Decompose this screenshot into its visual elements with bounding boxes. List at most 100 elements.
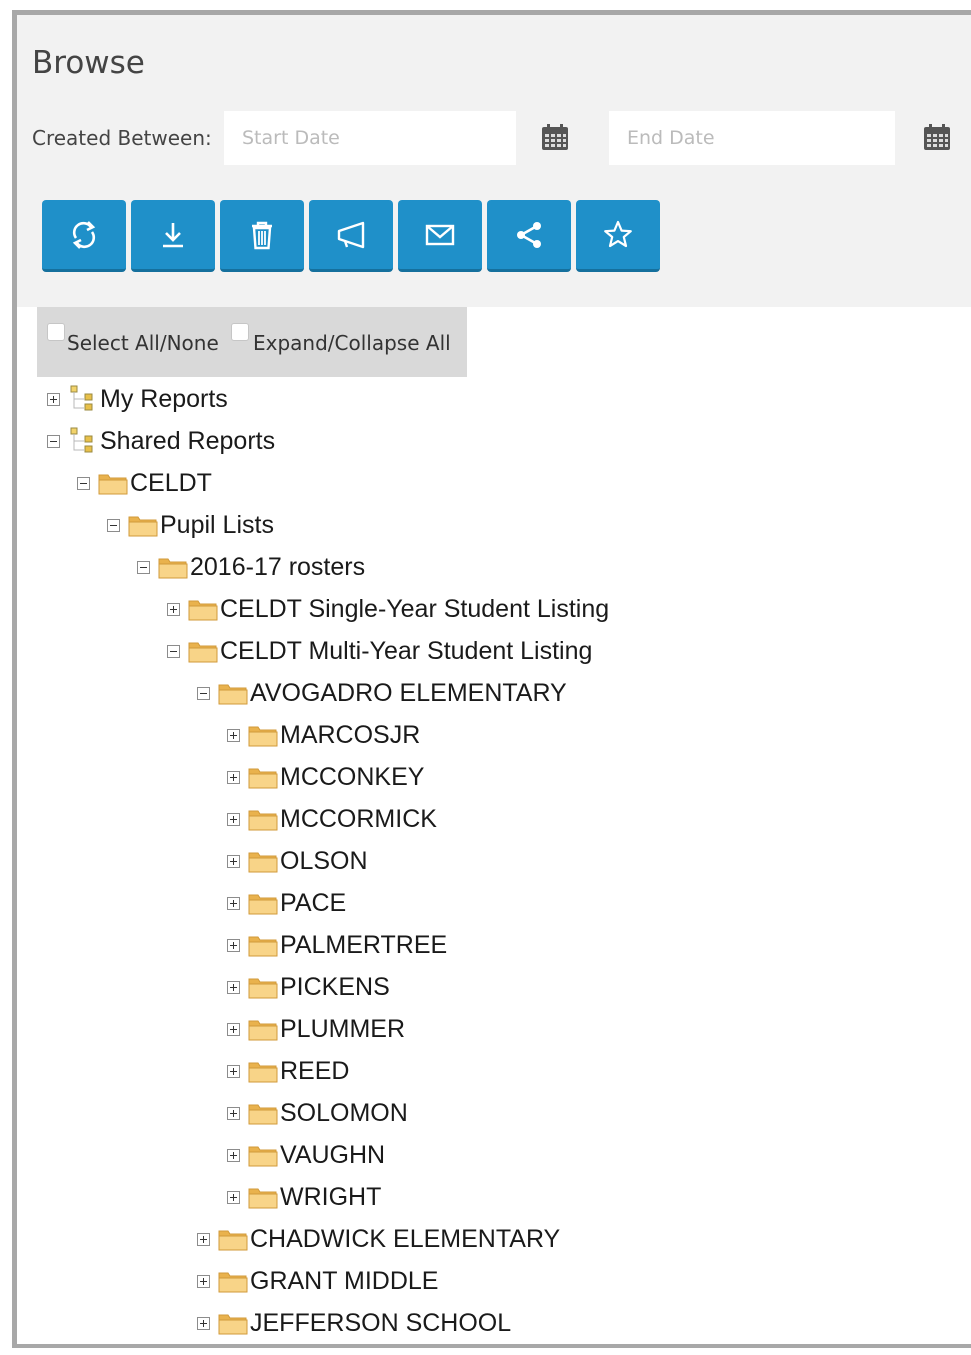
- collapse-toggle[interactable]: [197, 686, 210, 700]
- expand-toggle[interactable]: [167, 602, 180, 616]
- collapse-toggle[interactable]: [47, 434, 60, 448]
- tree-node-teacher[interactable]: MARCOSJR: [227, 717, 420, 753]
- tree-node-teacher[interactable]: MCCONKEY: [227, 759, 424, 795]
- expand-toggle[interactable]: [227, 1148, 240, 1162]
- start-date-input[interactable]: [224, 111, 516, 165]
- tree-node-teacher[interactable]: SOLOMON: [227, 1095, 408, 1131]
- tree-node-single-year[interactable]: CELDT Single-Year Student Listing: [167, 591, 609, 627]
- folder-icon: [158, 555, 188, 579]
- tree-node-teacher[interactable]: PICKENS: [227, 969, 390, 1005]
- expand-toggle[interactable]: [227, 938, 240, 952]
- tree-node-grant[interactable]: GRANT MIDDLE: [197, 1263, 438, 1299]
- folder-icon: [218, 1269, 248, 1293]
- expand-toggle[interactable]: [227, 1064, 240, 1078]
- tree-node-label: CELDT: [130, 469, 212, 497]
- folder-icon: [248, 1017, 278, 1041]
- tree-node-pupil-lists[interactable]: Pupil Lists: [107, 507, 274, 543]
- collapse-toggle[interactable]: [77, 476, 90, 490]
- tree-node-celdt[interactable]: CELDT: [77, 465, 212, 501]
- tree-node-teacher[interactable]: MCCORMICK: [227, 801, 437, 837]
- folder-icon: [248, 933, 278, 957]
- megaphone-icon: [337, 221, 365, 248]
- expand-toggle[interactable]: [227, 1022, 240, 1036]
- announce-button[interactable]: [309, 200, 393, 272]
- expand-toggle[interactable]: [227, 1106, 240, 1120]
- tree-node-teacher[interactable]: REED: [227, 1053, 349, 1089]
- end-date-input[interactable]: [609, 111, 895, 165]
- tree-node-label: REED: [280, 1057, 350, 1085]
- tree-node-teacher[interactable]: OLSON: [227, 843, 368, 879]
- tree-node-chadwick[interactable]: CHADWICK ELEMENTARY: [197, 1221, 560, 1257]
- folder-icon: [248, 1185, 278, 1209]
- refresh-icon: [72, 220, 96, 249]
- tree-node-avogadro[interactable]: AVOGADRO ELEMENTARY: [197, 675, 567, 711]
- calendar-icon[interactable]: [541, 123, 569, 151]
- tree-node-teacher[interactable]: WRIGHT: [227, 1179, 381, 1215]
- folder-icon: [248, 1143, 278, 1167]
- tree-node-label: MCCORMICK: [280, 805, 437, 833]
- folder-icon: [248, 891, 278, 915]
- tree-node-label: Pupil Lists: [160, 511, 274, 539]
- tree-node-multi-year[interactable]: CELDT Multi-Year Student Listing: [167, 633, 592, 669]
- trash-icon: [252, 221, 272, 249]
- expand-toggle[interactable]: [227, 854, 240, 868]
- favorite-button[interactable]: [576, 200, 660, 272]
- folder-icon: [188, 597, 218, 621]
- expand-toggle[interactable]: [197, 1232, 210, 1246]
- expand-toggle[interactable]: [197, 1316, 210, 1330]
- expand-toggle[interactable]: [197, 1274, 210, 1288]
- folder-icon: [218, 1311, 248, 1335]
- folder-icon: [218, 1227, 248, 1251]
- expand-toggle[interactable]: [227, 896, 240, 910]
- tree-node-teacher[interactable]: PALMERTREE: [227, 927, 447, 963]
- share-icon: [517, 221, 541, 248]
- tree-node-label: 2016-17 rosters: [190, 553, 366, 581]
- tree-node-teacher[interactable]: PACE: [227, 885, 346, 921]
- expand-toggle[interactable]: [227, 812, 240, 826]
- tree-node-jefferson[interactable]: JEFFERSON SCHOOL: [197, 1305, 511, 1341]
- select-all-checkbox[interactable]: [47, 323, 65, 341]
- email-button[interactable]: [398, 200, 482, 272]
- expand-toggle[interactable]: [227, 980, 240, 994]
- tree-node-label: OLSON: [280, 847, 368, 875]
- selection-bar: Select All/None Expand/Collapse All: [37, 307, 467, 377]
- tree-node-teacher[interactable]: PLUMMER: [227, 1011, 405, 1047]
- expand-toggle[interactable]: [227, 728, 240, 742]
- expand-collapse-label[interactable]: Expand/Collapse All: [253, 331, 451, 355]
- folder-icon: [248, 723, 278, 747]
- calendar-icon[interactable]: [923, 123, 951, 151]
- collapse-toggle[interactable]: [137, 560, 150, 574]
- expand-collapse-checkbox[interactable]: [231, 323, 249, 341]
- folder-icon: [128, 513, 158, 537]
- expand-toggle[interactable]: [227, 1190, 240, 1204]
- folder-icon: [248, 765, 278, 789]
- tree-node-label: JEFFERSON SCHOOL: [250, 1309, 512, 1337]
- tree-node-rosters[interactable]: 2016-17 rosters: [137, 549, 365, 585]
- collapse-toggle[interactable]: [107, 518, 120, 532]
- folder-icon: [98, 471, 128, 495]
- refresh-button[interactable]: [42, 200, 126, 272]
- folder-icon: [248, 807, 278, 831]
- tree-node-label: MCCONKEY: [280, 763, 425, 791]
- tree-node-my-reports[interactable]: My Reports: [47, 381, 228, 417]
- tree-root-icon: [68, 427, 98, 455]
- browse-panel: Browse Created Between: Start Date End D…: [12, 10, 971, 1348]
- download-button[interactable]: [131, 200, 215, 272]
- tree-node-shared-reports[interactable]: Shared Reports: [47, 423, 275, 459]
- delete-button[interactable]: [220, 200, 304, 272]
- envelope-icon: [425, 224, 455, 245]
- folder-icon: [248, 1059, 278, 1083]
- page-title: Browse: [32, 45, 145, 81]
- created-between-label: Created Between:: [32, 126, 212, 150]
- folder-icon: [188, 639, 218, 663]
- share-button[interactable]: [487, 200, 571, 272]
- tree-node-label: VAUGHN: [280, 1141, 386, 1169]
- filter-area: Browse Created Between:: [17, 15, 971, 307]
- tree-root-icon: [68, 385, 98, 413]
- select-all-label[interactable]: Select All/None: [67, 331, 219, 355]
- expand-toggle[interactable]: [47, 392, 60, 406]
- report-tree: My Reports Shared Reports CELDT Pupil Li…: [17, 377, 971, 1344]
- collapse-toggle[interactable]: [167, 644, 180, 658]
- tree-node-teacher[interactable]: VAUGHN: [227, 1137, 385, 1173]
- expand-toggle[interactable]: [227, 770, 240, 784]
